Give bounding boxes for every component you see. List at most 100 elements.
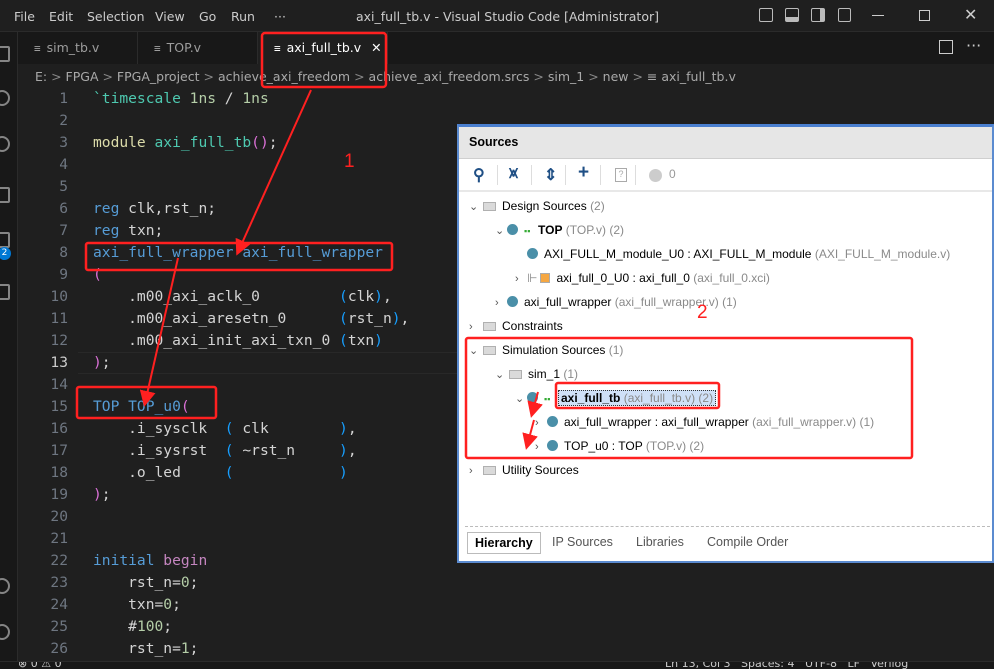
toggle-primary-sidebar-icon[interactable] (759, 8, 773, 22)
menu-more[interactable]: ··· (274, 9, 286, 24)
code-line[interactable]: axi_full_wrapper axi_full_wrapper (93, 242, 383, 264)
code-line[interactable]: .m00_axi_aresetn_0 (rst_n), (93, 308, 409, 330)
expand-chevron-icon[interactable]: ⌄ (495, 364, 507, 386)
breadcrumb-item[interactable]: FPGA (66, 69, 99, 84)
tree-item[interactable]: ⌄ ▪▪ axi_full_tb (axi_full_tb.v) (2) (515, 387, 717, 410)
breadcrumb-item[interactable]: achieve_axi_freedom (218, 69, 350, 84)
code-line[interactable]: initial begin (93, 550, 207, 572)
code-line[interactable]: .i_sysclk ( clk ), (93, 418, 356, 440)
toggle-panel-icon[interactable] (785, 8, 799, 22)
tab-ip-sources[interactable]: IP Sources (545, 532, 620, 554)
expand-chevron-icon[interactable]: ⌄ (495, 220, 507, 242)
expand-chevron-icon[interactable]: ⌄ (515, 388, 527, 410)
code-line[interactable]: #100; (93, 616, 172, 638)
tree-item[interactable]: › ⊩ axi_full_0_U0 : axi_full_0 (axi_full_0… (515, 267, 770, 289)
expand-all-icon[interactable]: ⇕ (544, 165, 557, 185)
code-line[interactable]: ( (93, 264, 102, 286)
expand-chevron-icon[interactable]: › (469, 316, 481, 338)
search-icon[interactable] (0, 90, 10, 106)
warning-dot-icon (649, 169, 662, 182)
properties-icon[interactable]: ? (615, 168, 627, 182)
toggle-secondary-sidebar-icon[interactable] (811, 8, 825, 22)
code-token: 0 (163, 596, 173, 613)
code-line[interactable]: txn=0; (93, 594, 181, 616)
tab-compile-order[interactable]: Compile Order (700, 532, 795, 554)
code-line[interactable]: rst_n=1; (93, 638, 198, 660)
breadcrumb-separator: > (199, 69, 218, 84)
tab-libraries[interactable]: Libraries (629, 532, 691, 554)
expand-chevron-icon[interactable]: › (495, 292, 507, 314)
minimize-button[interactable] (872, 15, 884, 16)
breadcrumb-item[interactable]: E: (35, 69, 47, 84)
customize-layout-icon[interactable] (838, 8, 851, 22)
collapse-all-icon[interactable]: ⩙ (509, 165, 518, 183)
extensions-icon[interactable] (0, 232, 10, 248)
settings-gear-icon[interactable] (0, 624, 10, 640)
tree-item-label: AXI_FULL_M_module_U0 : AXI_FULL_M_module (544, 247, 812, 261)
code-token: ( (93, 266, 102, 283)
tree-item[interactable]: ⌄ ▪▪ TOP (TOP.v) (2) (495, 219, 624, 241)
expand-chevron-icon[interactable]: › (535, 412, 547, 434)
expand-chevron-icon[interactable]: › (535, 436, 547, 458)
explorer-icon[interactable] (0, 46, 10, 62)
expand-chevron-icon[interactable]: ⌄ (469, 340, 481, 362)
remote-explorer-icon[interactable] (0, 284, 10, 300)
expand-chevron-icon[interactable]: › (469, 460, 481, 482)
code-line[interactable]: `timescale 1ns / 1ns (93, 88, 269, 110)
breadcrumb-item[interactable]: sim_1 (548, 69, 584, 84)
tree-item[interactable]: ⌄ Simulation Sources (1) (469, 339, 623, 361)
tab-hierarchy[interactable]: Hierarchy (467, 532, 541, 554)
tree-item[interactable]: AXI_FULL_M_module_U0 : AXI_FULL_M_module… (515, 243, 950, 265)
tree-item[interactable]: › axi_full_wrapper (axi_full_wrapper.v) (… (495, 291, 737, 313)
menu-edit[interactable]: Edit (49, 9, 73, 24)
file-lines-icon: ≡ (646, 69, 662, 84)
menu-run[interactable]: Run (231, 9, 255, 24)
tree-item[interactable]: ⌄ sim_1 (1) (495, 363, 578, 385)
code-line[interactable]: rst_n=0; (93, 572, 198, 594)
code-token: ( (339, 310, 348, 327)
menu-view[interactable]: View (155, 9, 185, 24)
code-line[interactable]: ); (93, 352, 111, 374)
source-control-icon[interactable] (0, 136, 10, 152)
tab-top[interactable]: ≡ TOP.v (138, 32, 258, 64)
tree-item[interactable]: › Utility Sources (469, 459, 579, 481)
tree-item[interactable]: › axi_full_wrapper : axi_full_wrapper (ax… (535, 411, 874, 433)
expand-chevron-icon[interactable]: › (515, 268, 527, 290)
more-actions-icon[interactable]: ··· (966, 36, 981, 55)
close-tab-icon[interactable]: ✕ (371, 40, 381, 55)
line-number: 19 (50, 486, 68, 503)
code-line[interactable]: .m00_axi_init_axi_txn_0 (txn) (93, 330, 383, 352)
code-line[interactable]: .i_sysrst ( ~rst_n ), (93, 440, 356, 462)
maximize-button[interactable] (919, 10, 930, 21)
tab-sim-tb[interactable]: ≡ sim_tb.v (18, 32, 138, 64)
code-line[interactable]: reg clk,rst_n; (93, 198, 216, 220)
code-line[interactable]: module axi_full_tb(); (93, 132, 278, 154)
menu-selection[interactable]: Selection (87, 9, 145, 24)
tree-item[interactable]: › Constraints (469, 315, 563, 337)
tree-item[interactable]: ⌄ Design Sources (2) (469, 195, 605, 217)
problems-indicator[interactable]: ⊗ 0 ⚠ 0 (18, 662, 62, 669)
code-line[interactable]: .o_led ( ) (93, 462, 348, 484)
cursor-position[interactable]: Ln 13, Col 3 Spaces: 4 UTF-8 LF Verilog (665, 662, 908, 669)
code-line[interactable]: reg txn; (93, 220, 163, 242)
breadcrumb-item[interactable]: FPGA_project (117, 69, 200, 84)
search-icon[interactable]: ⚲ (473, 165, 485, 185)
menu-go[interactable]: Go (199, 9, 216, 24)
code-line[interactable]: .m00_axi_aclk_0 (clk), (93, 286, 392, 308)
tab-axi-full-tb[interactable]: ≡ axi_full_tb.v ✕ (258, 32, 388, 64)
menu-file[interactable]: File (14, 9, 35, 24)
code-token: clk (233, 420, 340, 437)
add-sources-icon[interactable]: + (578, 162, 589, 184)
account-icon[interactable] (0, 578, 10, 594)
expand-chevron-icon[interactable]: ⌄ (469, 196, 481, 218)
sources-bottom-tabs: Hierarchy IP Sources Libraries Compile O… (465, 526, 990, 556)
breadcrumb-item[interactable]: achieve_axi_freedom.srcs (369, 69, 530, 84)
close-window-button[interactable]: ✕ (964, 5, 977, 24)
code-line[interactable]: TOP TOP_u0( (93, 396, 190, 418)
breadcrumb-item[interactable]: new (603, 69, 629, 84)
code-line[interactable]: ); (93, 484, 111, 506)
tree-item[interactable]: › TOP_u0 : TOP (TOP.v) (2) (535, 435, 704, 457)
split-editor-icon[interactable] (939, 40, 953, 54)
run-debug-icon[interactable] (0, 187, 10, 203)
breadcrumb-item[interactable]: axi_full_tb.v (661, 69, 736, 84)
